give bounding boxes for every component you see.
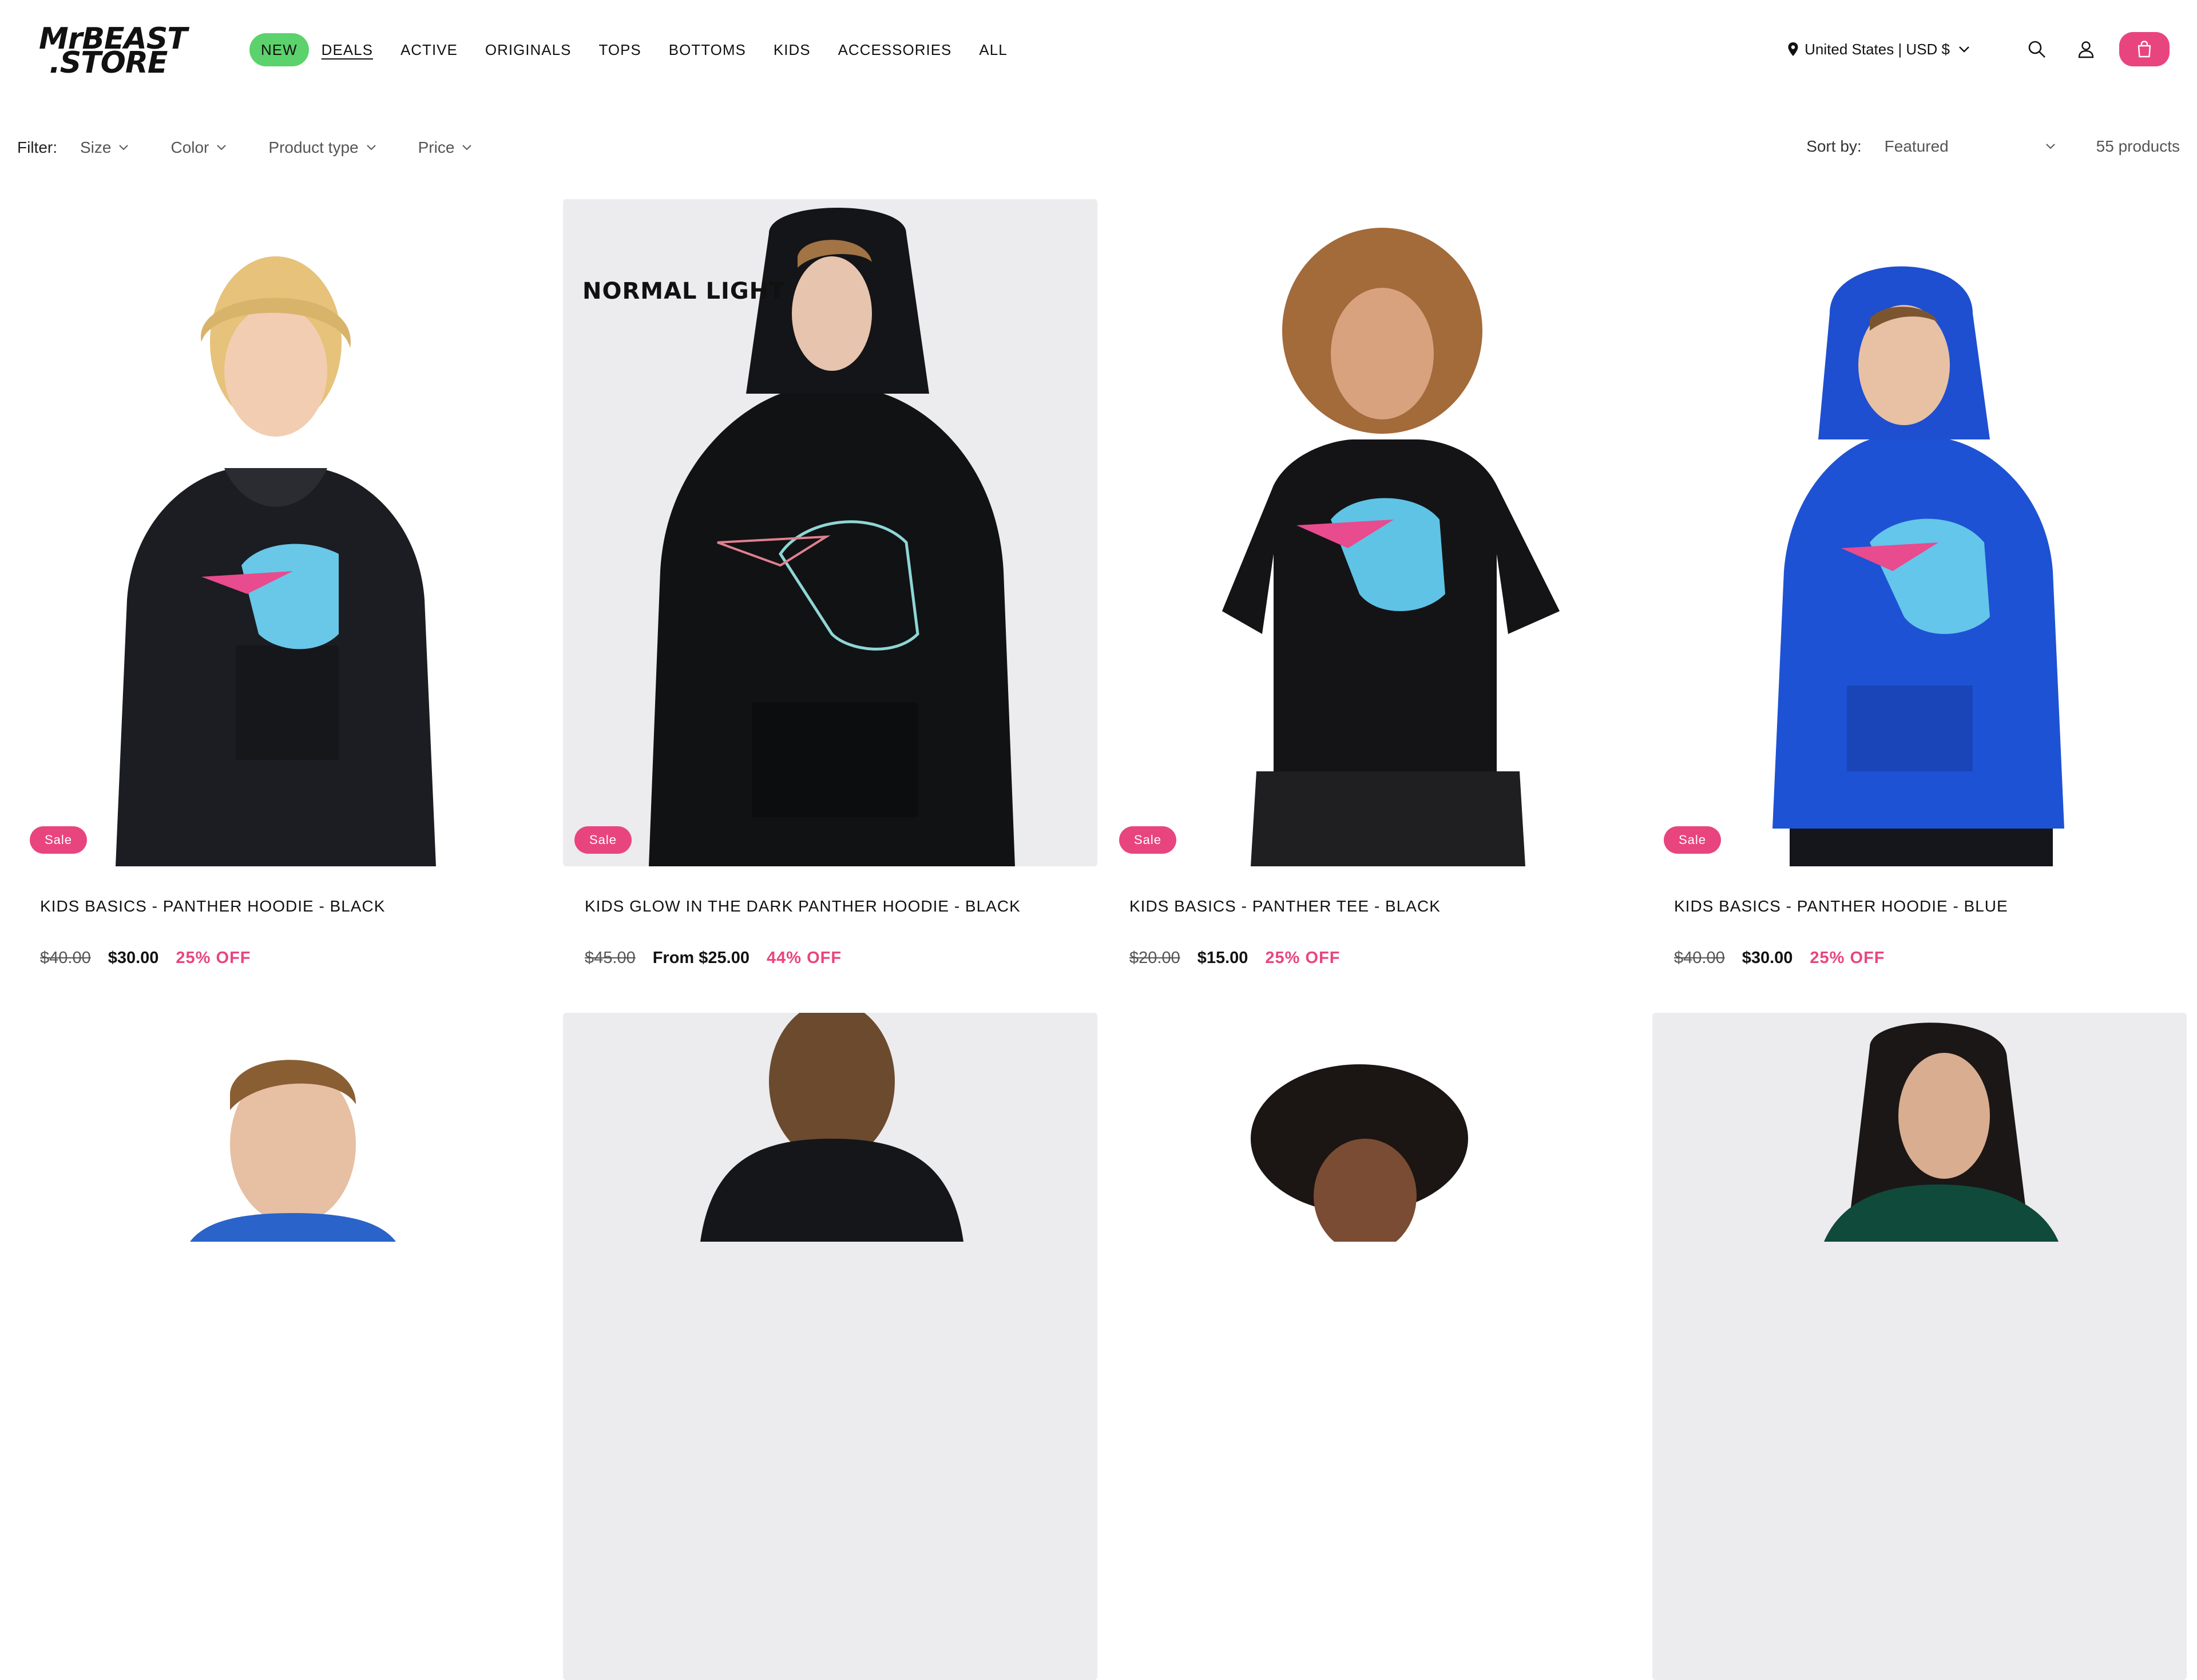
price-row: $45.00 From $25.00 44% OFF — [585, 949, 842, 968]
original-price: $40.00 — [40, 949, 91, 967]
original-price: $20.00 — [1129, 949, 1180, 967]
filter-product-type[interactable]: Product type — [268, 138, 376, 157]
discount-label: 25% OFF — [1265, 949, 1341, 967]
discount-label: 25% OFF — [1810, 949, 1885, 967]
filter-color[interactable]: Color — [170, 138, 227, 157]
filter-color-label: Color — [170, 138, 209, 156]
kid-hoodie-blue-image — [1772, 266, 2064, 866]
sort-bar: Sort by: Featured 55 products — [1806, 130, 2180, 163]
price-row: $40.00 $30.00 25% OFF — [40, 949, 251, 968]
search-button[interactable] — [2021, 33, 2053, 65]
sale-price: From $25.00 — [652, 949, 749, 967]
nav-kids[interactable]: KIDS — [774, 33, 811, 66]
nav-deals[interactable]: DEALS — [322, 33, 373, 66]
nav-accessories[interactable]: ACCESSORIES — [838, 33, 952, 66]
product-image-overlay-text: NORMAL LIGHT — [582, 278, 786, 304]
header-actions: United States | USD $ — [1787, 30, 2170, 69]
kid-back-hoodie-image — [700, 1013, 963, 1242]
product-image[interactable] — [1652, 199, 2187, 866]
filter-label: Filter: — [17, 138, 57, 156]
sort-select[interactable]: Featured — [1885, 137, 2056, 156]
sale-badge: Sale — [574, 826, 632, 854]
chevron-down-icon — [1959, 46, 1969, 53]
product-image[interactable]: NORMAL LIGHT — [563, 199, 1097, 866]
nav-bottoms[interactable]: BOTTOMS — [669, 33, 746, 66]
nav-new[interactable]: NEW — [249, 33, 309, 66]
kid-smiling-image — [190, 1060, 396, 1242]
filter-bar: Filter: Size Color Product type Price — [17, 132, 514, 164]
sale-badge: Sale — [30, 826, 88, 854]
chevron-down-icon — [2045, 144, 2055, 149]
sort-selected-value: Featured — [1884, 137, 1949, 155]
adult-green-hoodie-image — [1824, 1023, 2059, 1242]
product-title[interactable]: KIDS BASICS - PANTHER HOODIE - BLUE — [1674, 897, 2008, 916]
sale-badge: Sale — [1119, 826, 1177, 854]
country-label: United States | USD $ — [1805, 40, 1950, 58]
kid-curly-hair-image — [1251, 1064, 1468, 1242]
chevron-down-icon — [462, 145, 472, 150]
cart-icon — [2137, 41, 2151, 58]
chevron-down-icon — [366, 145, 376, 150]
product-image[interactable] — [1652, 1013, 2187, 1680]
account-button[interactable] — [2070, 33, 2102, 65]
account-icon — [2078, 41, 2094, 58]
sale-price: $15.00 — [1197, 949, 1248, 967]
chevron-down-icon — [119, 145, 129, 150]
filter-product-type-label: Product type — [268, 138, 359, 156]
product-count: 55 products — [2096, 137, 2180, 155]
filter-price[interactable]: Price — [418, 138, 473, 157]
nav-active[interactable]: ACTIVE — [400, 33, 458, 66]
brand-logo[interactable]: MrBEAST .STORE — [37, 24, 217, 80]
original-price: $40.00 — [1674, 949, 1725, 967]
country-selector[interactable]: United States | USD $ — [1787, 41, 1976, 58]
cart-button[interactable] — [2119, 32, 2170, 66]
product-title[interactable]: KIDS BASICS - PANTHER HOODIE - BLACK — [40, 897, 385, 916]
filter-price-label: Price — [418, 138, 455, 156]
main-nav: NEW DEALS ACTIVE ORIGINALS TOPS BOTTOMS … — [249, 33, 1035, 66]
product-title[interactable]: KIDS GLOW IN THE DARK PANTHER HOODIE - B… — [585, 897, 1021, 916]
sale-price: $30.00 — [1742, 949, 1793, 967]
sale-price: $30.00 — [108, 949, 159, 967]
site-header: MrBEAST .STORE NEW DEALS ACTIVE ORIGINAL… — [0, 0, 2197, 100]
filter-size-label: Size — [80, 138, 112, 156]
chevron-down-icon — [217, 145, 227, 150]
nav-originals[interactable]: ORIGINALS — [485, 33, 572, 66]
kid-tee-black-image — [1222, 228, 1560, 866]
location-pin-icon — [1788, 42, 1798, 56]
nav-tops[interactable]: TOPS — [598, 33, 641, 66]
filter-size[interactable]: Size — [80, 138, 129, 157]
price-row: $40.00 $30.00 25% OFF — [1674, 949, 1885, 968]
product-image[interactable] — [18, 199, 553, 866]
product-title[interactable]: KIDS BASICS - PANTHER TEE - BLACK — [1129, 897, 1441, 916]
logo-line-2: .STORE — [49, 46, 168, 80]
product-image[interactable] — [1108, 1013, 1642, 1680]
sort-label: Sort by: — [1806, 137, 1862, 155]
sale-badge: Sale — [1664, 826, 1722, 854]
discount-label: 25% OFF — [176, 949, 251, 967]
nav-all[interactable]: ALL — [979, 33, 1007, 66]
discount-label: 44% OFF — [766, 949, 842, 967]
product-image[interactable] — [563, 1013, 1097, 1680]
product-image[interactable] — [1108, 199, 1642, 866]
product-image[interactable] — [18, 1013, 553, 1680]
price-row: $20.00 $15.00 25% OFF — [1129, 949, 1341, 968]
original-price: $45.00 — [585, 949, 636, 967]
search-icon — [2028, 41, 2045, 58]
kid-hoodie-black-image — [116, 256, 436, 866]
